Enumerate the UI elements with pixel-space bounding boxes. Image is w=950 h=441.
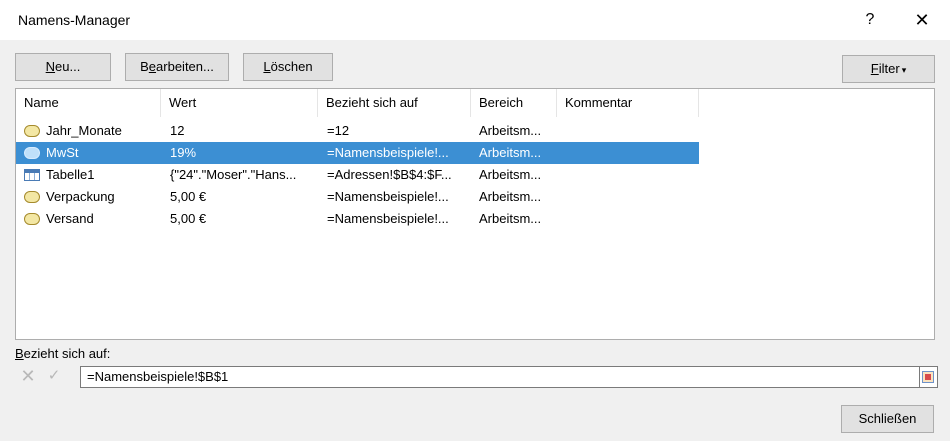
range-picker-button[interactable] — [920, 366, 938, 388]
row-kommentar — [565, 208, 695, 230]
close-window-button[interactable]: ✕ — [910, 8, 934, 32]
filter-button-accesskey: F — [870, 61, 879, 76]
table-row[interactable]: Jahr_Monate 12 =12 Arbeitsm... — [16, 120, 699, 142]
edit-button-label: arbeiten... — [156, 59, 214, 74]
row-wert: 12 — [170, 123, 185, 138]
chevron-down-icon: ▾ — [901, 65, 907, 75]
table-row[interactable]: Tabelle1 {"24"."Moser"."Hans... =Adresse… — [16, 164, 699, 186]
filter-button-label: ilter — [878, 61, 900, 76]
edit-button-accesskey: e — [148, 59, 157, 74]
range-select-icon — [922, 371, 934, 383]
table-row[interactable]: Verpackung 5,00 € =Namensbeispiele!... A… — [16, 186, 699, 208]
names-list[interactable]: Name Wert Bezieht sich auf Bereich Komme… — [15, 88, 935, 340]
reference-label: Bezieht sich auf: — [15, 346, 110, 361]
row-wert: 19% — [170, 145, 197, 160]
table-icon — [24, 169, 40, 181]
edit-button-label-pre: B — [140, 59, 149, 74]
row-bezug: =Namensbeispiele!... — [327, 211, 449, 226]
name-icon — [24, 213, 40, 225]
row-kommentar — [565, 164, 695, 186]
reference-label-text: ezieht sich auf: — [23, 346, 111, 361]
table-row-selected[interactable]: MwSt 19% =Namensbeispiele!... Arbeitsm..… — [16, 142, 699, 164]
window-title: Namens-Manager — [18, 12, 131, 28]
column-header-wert[interactable]: Wert — [161, 89, 318, 117]
row-bereich: Arbeitsm... — [479, 167, 542, 182]
row-bereich: Arbeitsm... — [479, 211, 542, 226]
row-bezug: =Namensbeispiele!... — [327, 145, 449, 160]
row-wert: 5,00 € — [170, 211, 207, 226]
row-kommentar — [565, 120, 695, 142]
delete-button-accesskey: L — [263, 59, 271, 74]
row-name: Jahr_Monate — [46, 123, 122, 138]
column-header-bereich[interactable]: Bereich — [471, 89, 557, 117]
edit-button[interactable]: Bearbeiten... — [125, 53, 229, 81]
close-button[interactable]: Schließen — [841, 405, 934, 433]
row-bereich: Arbeitsm... — [479, 123, 542, 138]
delete-button-label: öschen — [270, 59, 313, 74]
filter-button[interactable]: Filter ▾ — [842, 55, 935, 83]
row-bereich: Arbeitsm... — [479, 145, 542, 160]
delete-button[interactable]: Löschen — [243, 53, 333, 81]
name-icon — [24, 125, 40, 137]
list-header: Name Wert Bezieht sich auf Bereich Komme… — [16, 89, 934, 117]
column-header-bezug[interactable]: Bezieht sich auf — [318, 89, 471, 117]
title-bar: Namens-Manager ? ✕ — [0, 0, 950, 40]
row-name: MwSt — [46, 145, 79, 160]
row-kommentar — [565, 186, 695, 208]
row-name: Verpackung — [46, 189, 115, 204]
column-header-kommentar[interactable]: Kommentar — [557, 89, 699, 117]
reference-label-accesskey: B — [15, 346, 24, 361]
row-name: Versand — [46, 211, 94, 226]
row-wert: 5,00 € — [170, 189, 207, 204]
confirm-edit-icon[interactable]: ✓ — [43, 366, 65, 386]
reference-input[interactable]: =Namensbeispiele!$B$1 — [80, 366, 920, 388]
row-wert: {"24"."Moser"."Hans... — [170, 167, 297, 182]
row-kommentar — [565, 142, 695, 164]
row-bereich: Arbeitsm... — [479, 189, 542, 204]
row-bezug: =Adressen!$B$4:$F... — [327, 167, 452, 182]
name-icon — [24, 147, 40, 159]
new-button-label: eu... — [55, 59, 81, 74]
row-bezug: =Namensbeispiele!... — [327, 189, 449, 204]
row-name: Tabelle1 — [46, 167, 95, 182]
column-header-name[interactable]: Name — [16, 89, 161, 117]
table-row[interactable]: Versand 5,00 € =Namensbeispiele!... Arbe… — [16, 208, 699, 230]
name-icon — [24, 191, 40, 203]
row-bezug: =12 — [327, 123, 350, 138]
cancel-edit-icon[interactable]: ✕ — [17, 366, 39, 386]
new-button[interactable]: Neu... — [15, 53, 111, 81]
new-button-accesskey: N — [45, 59, 56, 74]
help-button[interactable]: ? — [858, 8, 882, 32]
